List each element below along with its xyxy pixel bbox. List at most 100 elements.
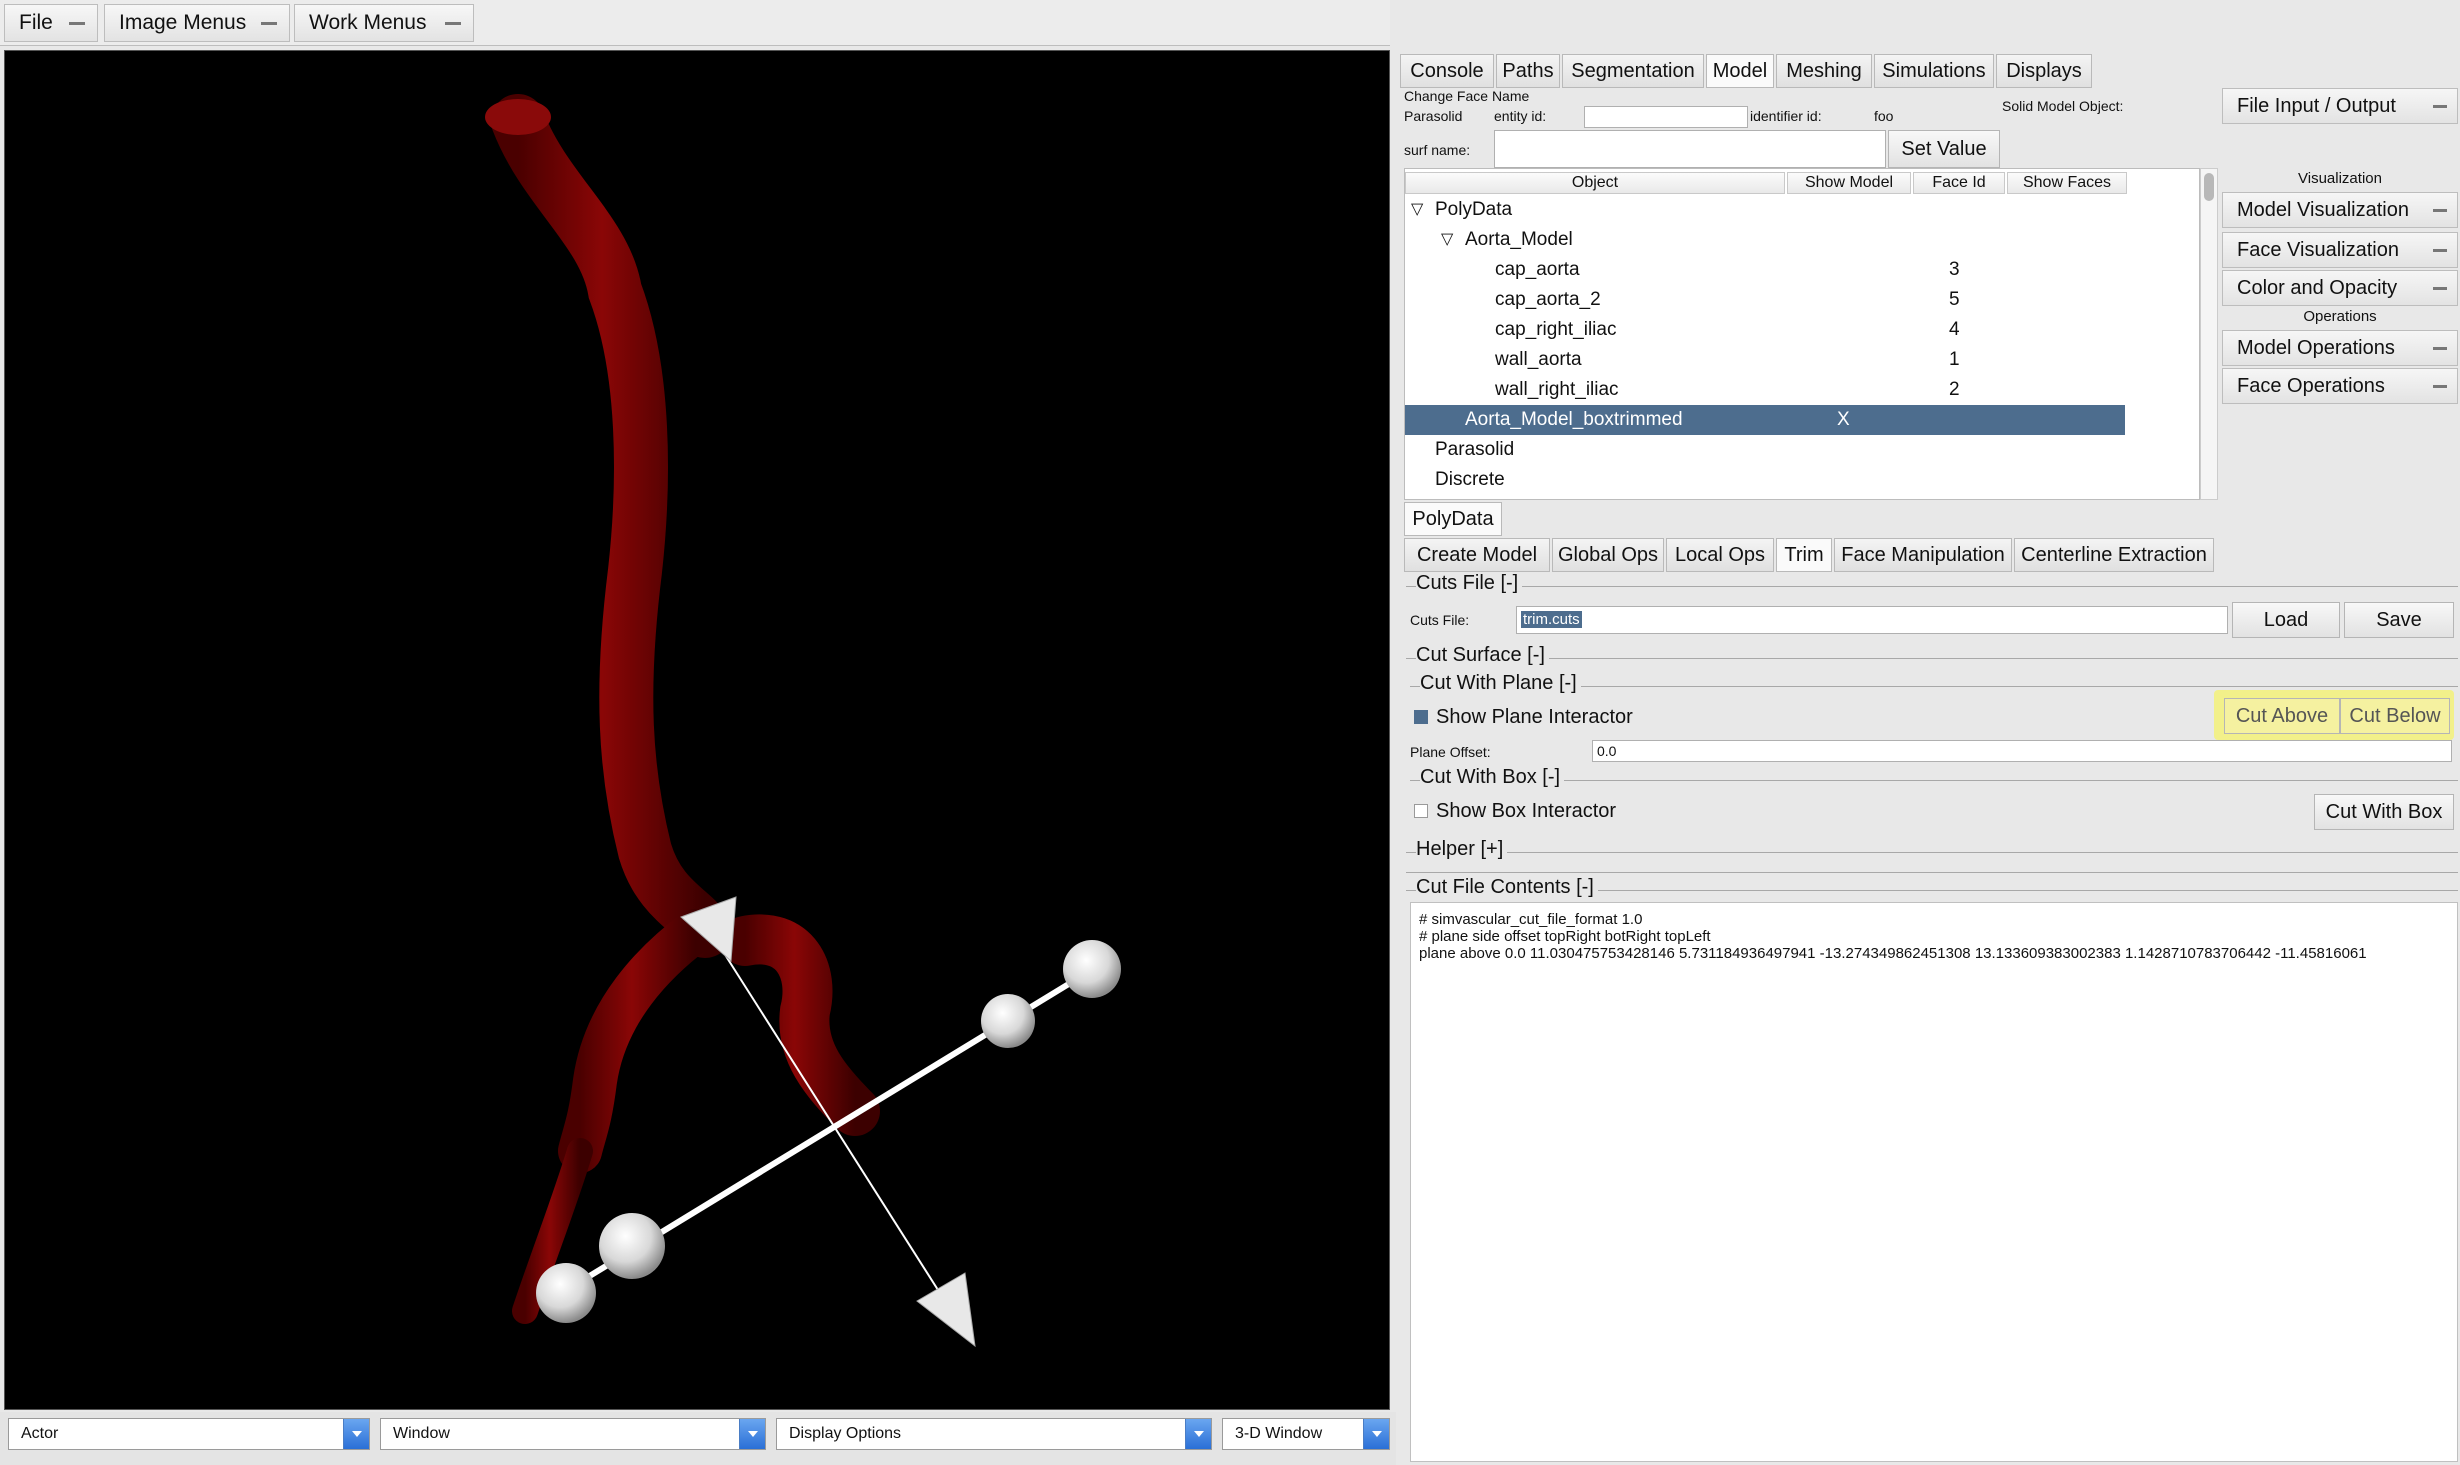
tree-row-show-model: X <box>1837 409 1850 430</box>
menu-dash-icon <box>2433 347 2447 350</box>
color-opacity-button[interactable]: Color and Opacity <box>2222 270 2458 306</box>
file-menu[interactable]: File <box>4 4 98 42</box>
menu-dash-icon <box>2433 385 2447 388</box>
work-menus-label: Work Menus <box>309 11 427 34</box>
tab-face-manipulation[interactable]: Face Manipulation <box>1834 538 2012 572</box>
tree-row[interactable]: wall_aorta 1 <box>1405 345 2125 375</box>
cone-handle-bottom[interactable] <box>916 1272 976 1348</box>
cut-file-contents-title[interactable]: Cut File Contents [-] <box>1416 876 1598 899</box>
cut-with-box-button[interactable]: Cut With Box <box>2314 794 2454 830</box>
tab-local-ops[interactable]: Local Ops <box>1666 538 1774 572</box>
save-button[interactable]: Save <box>2344 602 2454 638</box>
cut-below-button[interactable]: Cut Below <box>2340 698 2450 734</box>
tree-row[interactable]: cap_aorta_2 5 <box>1405 285 2125 315</box>
tree-row-selected[interactable]: Aorta_Model_boxtrimmed X <box>1405 405 2125 435</box>
tab-meshing[interactable]: Meshing <box>1776 54 1872 88</box>
sphere-handle-1[interactable] <box>1063 940 1121 998</box>
cut-file-contents-text[interactable]: # simvascular_cut_file_format 1.0 # plan… <box>1410 902 2458 1462</box>
tab-simulations[interactable]: Simulations <box>1874 54 1994 88</box>
tab-model[interactable]: Model <box>1706 54 1774 88</box>
model-ops-label: Model Operations <box>2237 337 2395 359</box>
col-header-object[interactable]: Object <box>1405 172 1785 194</box>
tree-row[interactable]: wall_right_iliac 2 <box>1405 375 2125 405</box>
col-header-face-id[interactable]: Face Id <box>1913 172 2005 194</box>
actor-select[interactable]: Actor <box>8 1418 370 1450</box>
model-vis-label: Model Visualization <box>2237 199 2409 221</box>
actor-select-value: Actor <box>21 1425 59 1442</box>
entity-id-field[interactable] <box>1584 106 1748 128</box>
tab-segmentation[interactable]: Segmentation <box>1562 54 1704 88</box>
surf-name-input[interactable] <box>1494 130 1886 168</box>
tree-row-label: cap_aorta_2 <box>1495 289 1601 310</box>
surf-name-label: surf name: <box>1404 142 1471 158</box>
cuts-file-section-title[interactable]: Cuts File [-] <box>1416 572 1523 595</box>
chevron-down-icon <box>1363 1419 1389 1449</box>
cut-with-box-section-title[interactable]: Cut With Box [-] <box>1420 766 1565 789</box>
cuts-file-input[interactable]: trim.cuts <box>1516 606 2228 634</box>
sphere-handle-4[interactable] <box>536 1263 596 1323</box>
tab-global-ops[interactable]: Global Ops <box>1552 538 1664 572</box>
tree-row-label: wall_aorta <box>1495 349 1582 370</box>
tab-trim[interactable]: Trim <box>1776 538 1832 572</box>
window-select[interactable]: Window <box>380 1418 766 1450</box>
tab-create-model[interactable]: Create Model <box>1404 538 1550 572</box>
vessel-model-render <box>485 94 1121 1348</box>
face-operations-button[interactable]: Face Operations <box>2222 368 2458 404</box>
file-input-output-button[interactable]: File Input / Output <box>2222 88 2458 124</box>
tree-row-face-id: 3 <box>1949 259 1960 280</box>
file-menu-label: File <box>19 11 53 34</box>
model-tree[interactable]: Object Show Model Face Id Show Faces ▽ P… <box>1404 168 2200 500</box>
load-button[interactable]: Load <box>2232 602 2340 638</box>
tree-row[interactable]: Parasolid <box>1405 435 2125 465</box>
color-opacity-label: Color and Opacity <box>2237 277 2398 299</box>
image-menus[interactable]: Image Menus <box>104 4 290 42</box>
chevron-down-icon <box>343 1419 369 1449</box>
show-box-checkbox[interactable] <box>1414 804 1428 818</box>
menubar: File Image Menus Work Menus <box>0 0 1390 46</box>
tree-scrollbar[interactable] <box>2200 168 2218 500</box>
expand-triangle-icon[interactable]: ▽ <box>1441 225 1453 255</box>
tree-row-face-id: 1 <box>1949 349 1960 370</box>
face-vis-label: Face Visualization <box>2237 239 2399 261</box>
cut-above-button[interactable]: Cut Above <box>2224 698 2340 734</box>
scrollbar-thumb[interactable] <box>2204 173 2214 201</box>
tree-row[interactable]: Discrete <box>1405 465 2125 495</box>
tree-row[interactable]: cap_aorta 3 <box>1405 255 2125 285</box>
view-select-value: 3-D Window <box>1235 1425 1323 1442</box>
show-plane-checkbox[interactable] <box>1414 710 1428 724</box>
right-iliac <box>720 914 880 1136</box>
sphere-handle-3[interactable] <box>599 1213 665 1279</box>
set-value-button[interactable]: Set Value <box>1888 130 2000 168</box>
plane-offset-input[interactable]: 0.0 <box>1592 740 2452 762</box>
tab-polydata[interactable]: PolyData <box>1404 502 1502 536</box>
app-window: File Image Menus Work Menus Actor Window… <box>0 0 2460 1465</box>
tree-row[interactable]: ▽ PolyData <box>1405 195 2125 225</box>
col-header-show-faces[interactable]: Show Faces <box>2007 172 2127 194</box>
section-divider <box>1406 872 2458 873</box>
helper-section-title[interactable]: Helper [+] <box>1416 838 1508 861</box>
col-header-show-model[interactable]: Show Model <box>1787 172 1911 194</box>
tree-row-label: PolyData <box>1435 199 1513 220</box>
menu-dash-icon <box>2433 209 2447 212</box>
tree-row[interactable]: ▽ Aorta_Model <box>1405 225 2125 255</box>
tab-console[interactable]: Console <box>1400 54 1494 88</box>
view-select[interactable]: 3-D Window <box>1222 1418 1390 1450</box>
face-visualization-button[interactable]: Face Visualization <box>2222 232 2458 268</box>
model-operations-button[interactable]: Model Operations <box>2222 330 2458 366</box>
cut-surface-section-title[interactable]: Cut Surface [-] <box>1416 644 1549 667</box>
contents-line: # simvascular_cut_file_format 1.0 <box>1419 911 1643 928</box>
3d-viewport[interactable] <box>4 50 1390 1410</box>
expand-triangle-icon[interactable]: ▽ <box>1411 195 1423 225</box>
cut-with-plane-section-title[interactable]: Cut With Plane [-] <box>1420 672 1581 695</box>
section-divider <box>1406 852 2458 853</box>
window-select-value: Window <box>393 1425 450 1442</box>
tab-centerline-extraction[interactable]: Centerline Extraction <box>2014 538 2214 572</box>
tab-displays[interactable]: Displays <box>1996 54 2092 88</box>
display-options-select[interactable]: Display Options <box>776 1418 1212 1450</box>
plane-offset-label: Plane Offset: <box>1410 744 1491 760</box>
sphere-handle-2[interactable] <box>981 994 1035 1048</box>
tab-paths[interactable]: Paths <box>1496 54 1560 88</box>
tree-row[interactable]: cap_right_iliac 4 <box>1405 315 2125 345</box>
work-menus[interactable]: Work Menus <box>294 4 474 42</box>
model-visualization-button[interactable]: Model Visualization <box>2222 192 2458 228</box>
